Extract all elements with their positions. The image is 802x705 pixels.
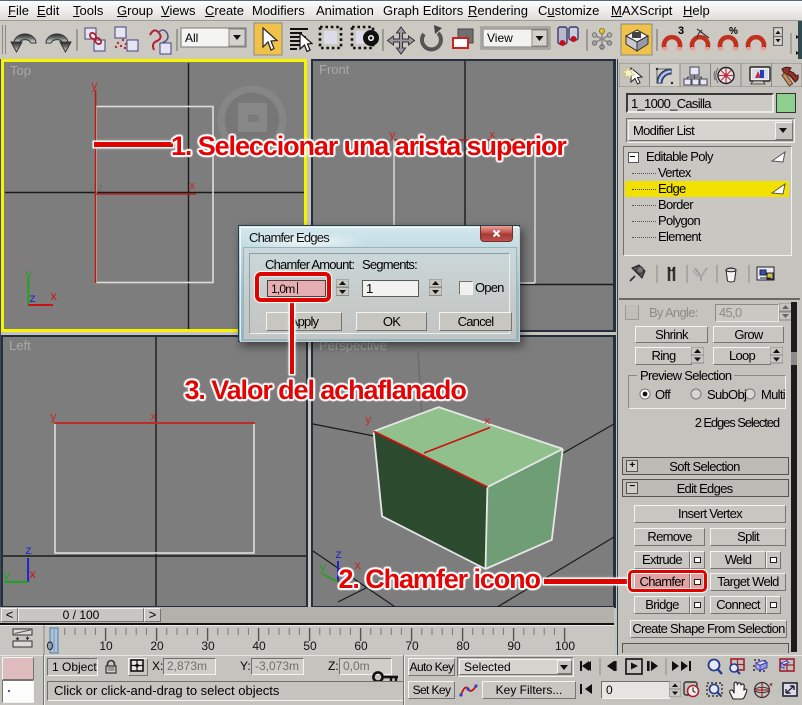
svg-text:y: y (365, 415, 372, 427)
svg-text:x: x (29, 568, 36, 582)
svg-text:z: z (25, 544, 32, 558)
svg-text:y: y (3, 569, 10, 583)
svg-text:z: z (335, 548, 342, 562)
svg-text:z: z (29, 292, 36, 306)
svg-text:View: View (487, 31, 513, 45)
svg-text:x: x (189, 181, 196, 193)
svg-text:x: x (150, 412, 157, 424)
svg-text:y: y (25, 268, 32, 282)
svg-text:%: % (729, 26, 738, 37)
svg-text:All: All (185, 31, 198, 45)
svg-text:y: y (50, 412, 57, 424)
svg-text:y: y (91, 81, 98, 93)
svg-text:y: y (319, 561, 326, 575)
svg-text:x: x (484, 416, 491, 428)
svg-text:z: z (97, 183, 104, 195)
svg-text:x: x (50, 290, 57, 304)
svg-text:3: 3 (678, 25, 684, 37)
